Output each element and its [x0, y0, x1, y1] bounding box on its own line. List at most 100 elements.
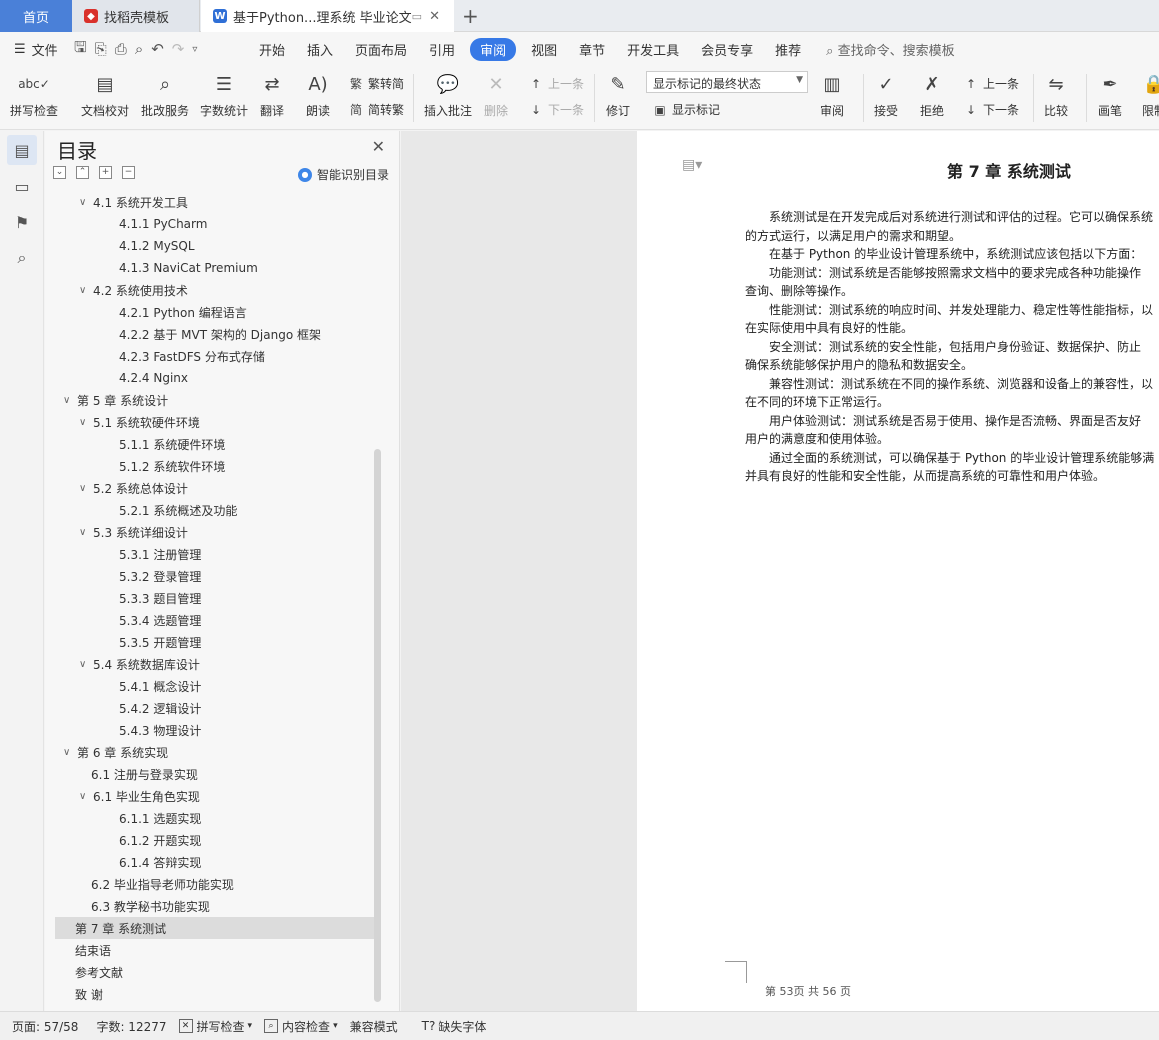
save-icon[interactable]: 🖫 [74, 37, 87, 62]
page-options-icon[interactable]: ▤▾ [682, 157, 702, 173]
word-count-indicator[interactable]: 字数: 12277 [96, 1018, 166, 1035]
menu-page-layout[interactable]: 页面布局 [355, 40, 407, 59]
toc-item[interactable]: 结束语 [55, 939, 375, 961]
toc-item[interactable]: 5.4.1 概念设计 [55, 675, 375, 697]
next-comment-button[interactable]: ↓ 下一条 [528, 101, 584, 118]
print-icon[interactable]: ⎙ [115, 40, 127, 58]
menu-section[interactable]: 章节 [579, 40, 605, 59]
restrict-button[interactable]: 🔒 限制 [1140, 70, 1159, 119]
toc-item[interactable]: 4.1.2 MySQL [55, 235, 375, 257]
toc-item[interactable]: 5.3.3 题目管理 [55, 587, 375, 609]
spell-check-status[interactable]: ✕ 拼写检查 ▾ [178, 1018, 252, 1035]
chevron-down-icon[interactable]: ∨ [63, 747, 77, 758]
toc-item[interactable]: 6.1.1 选题实现 [55, 807, 375, 829]
toc-item[interactable]: 4.2.1 Python 编程语言 [55, 301, 375, 323]
pin-icon[interactable]: ▭ [412, 10, 422, 23]
toc-item[interactable]: 5.4.2 逻辑设计 [55, 697, 375, 719]
print-preview-icon[interactable]: ⌕ [135, 40, 143, 58]
close-tab-icon[interactable]: ✕ [429, 9, 440, 24]
toc-item[interactable]: ∨ 5.4 系统数据库设计 [55, 653, 375, 675]
chevron-down-icon[interactable]: ∨ [79, 285, 93, 296]
menu-developer[interactable]: 开发工具 [627, 40, 679, 59]
toc-item[interactable]: 4.2.3 FastDFS 分布式存储 [55, 345, 375, 367]
review-pane-button[interactable]: ▥ 审阅 [818, 70, 846, 119]
translate-button[interactable]: ⇄ 翻译 [258, 70, 286, 119]
compat-mode-status[interactable]: 兼容模式 [350, 1018, 398, 1035]
toc-item[interactable]: 4.1.1 PyCharm [55, 213, 375, 235]
toc-item[interactable]: 4.1.3 NaviCat Premium [55, 257, 375, 279]
customize-dropdown-icon[interactable]: ▿ [192, 44, 197, 55]
missing-font-status[interactable]: T? 缺失字体 [422, 1018, 487, 1035]
toc-item[interactable]: ∨ 5.2 系统总体设计 [55, 477, 375, 499]
toc-item[interactable]: 6.1 注册与登录实现 [55, 763, 375, 785]
menu-review[interactable]: 审阅 [470, 37, 517, 61]
export-pdf-icon[interactable]: ⎘ [95, 40, 107, 58]
remove-heading-icon[interactable]: − [122, 166, 135, 179]
toc-item[interactable]: 4.2.2 基于 MVT 架构的 Django 框架 [55, 323, 375, 345]
next-change-button[interactable]: ↓ 下一条 [963, 101, 1019, 118]
content-check-status[interactable]: ⌕ 内容检查 ▾ [264, 1018, 338, 1035]
file-menu[interactable]: ☰ 文件 [0, 40, 68, 59]
accept-button[interactable]: ✓ 接受 [872, 70, 900, 119]
command-search[interactable]: ⌕ 查找命令、搜索模板 [826, 40, 954, 59]
review-service-button[interactable]: ⌕ 批改服务 [141, 70, 189, 119]
toc-item[interactable]: 5.3.5 开题管理 [55, 631, 375, 653]
reject-button[interactable]: ✗ 拒绝 [918, 70, 946, 119]
trad-to-simp-button[interactable]: 繁 繁转简 [348, 75, 404, 92]
menu-home[interactable]: 开始 [259, 40, 285, 59]
toc-item[interactable]: 参考文献 [55, 961, 375, 983]
toc-item[interactable]: 6.1.4 答辩实现 [55, 851, 375, 873]
close-icon[interactable]: ✕ [372, 137, 385, 156]
chevron-down-icon[interactable]: ∨ [79, 791, 93, 802]
chevron-down-icon[interactable]: ∨ [79, 527, 93, 538]
document-page[interactable]: ▤▾ 第 7 章 系统测试 系统测试是在开发完成后对系统进行测试和评估的过程。它… [637, 131, 1159, 1011]
expand-all-icon[interactable]: ⌄ [53, 166, 66, 179]
word-count-button[interactable]: ☰ 字数统计 [200, 70, 248, 119]
toc-item[interactable]: 第 7 章 系统测试 [55, 917, 375, 939]
add-heading-icon[interactable]: + [99, 166, 112, 179]
doc-proof-button[interactable]: ▤ 文档校对 [81, 70, 129, 119]
read-aloud-button[interactable]: A) 朗读 [304, 70, 332, 119]
search-icon[interactable]: ⌕ [7, 243, 37, 273]
body-text[interactable]: 系统测试是在开发完成后对系统进行测试和评估的过程。它可以确保系统 的方式运行，以满… [745, 208, 1159, 486]
chevron-down-icon[interactable]: ∨ [79, 197, 93, 208]
toc-item[interactable]: 5.1.1 系统硬件环境 [55, 433, 375, 455]
collapse-all-icon[interactable]: ⌃ [76, 166, 89, 179]
toc-item[interactable]: ∨ 4.1 系统开发工具 [55, 191, 375, 213]
bookmark-icon[interactable]: ⚑ [7, 207, 37, 237]
toc-item[interactable]: 6.2 毕业指导老师功能实现 [55, 873, 375, 895]
toc-item[interactable]: ∨ 第 5 章 系统设计 [55, 389, 375, 411]
chevron-down-icon[interactable]: ∨ [79, 417, 93, 428]
track-changes-button[interactable]: ✎ 修订 [604, 70, 632, 119]
redo-icon[interactable]: ↷ [172, 40, 185, 58]
toc-item[interactable]: 致 谢 [55, 983, 375, 1005]
toc-item[interactable]: 5.3.2 登录管理 [55, 565, 375, 587]
tab-document[interactable]: W 基于Python...理系统 毕业论文 ▭ ✕ [201, 0, 454, 32]
toc-item[interactable]: 5.4.3 物理设计 [55, 719, 375, 741]
prev-comment-button[interactable]: ↑ 上一条 [528, 75, 584, 92]
chapter-nav-icon[interactable]: ▭ [7, 171, 37, 201]
menu-insert[interactable]: 插入 [307, 40, 333, 59]
toc-scrollbar[interactable] [374, 449, 381, 1002]
chevron-down-icon[interactable]: ∨ [79, 483, 93, 494]
page-indicator[interactable]: 页面: 57/58 [12, 1018, 78, 1035]
toc-nav-icon[interactable]: ▤ [7, 135, 37, 165]
toc-item[interactable]: 5.3.4 选题管理 [55, 609, 375, 631]
toc-item[interactable]: ∨ 6.1 毕业生角色实现 [55, 785, 375, 807]
toc-item[interactable]: 6.3 教学秘书功能实现 [55, 895, 375, 917]
toc-item[interactable]: 5.1.2 系统软件环境 [55, 455, 375, 477]
toc-item[interactable]: 4.2.4 Nginx [55, 367, 375, 389]
toc-item[interactable]: 5.3.1 注册管理 [55, 543, 375, 565]
simp-to-trad-button[interactable]: 简 简转繁 [348, 101, 404, 118]
undo-icon[interactable]: ↶ [151, 40, 164, 58]
menu-member[interactable]: 会员专享 [701, 40, 753, 59]
toc-item[interactable]: ∨ 5.3 系统详细设计 [55, 521, 375, 543]
compare-button[interactable]: ⇋ 比较 [1042, 70, 1070, 119]
markup-state-select[interactable]: 显示标记的最终状态 ▼ [646, 71, 808, 93]
chevron-down-icon[interactable]: ∨ [63, 395, 77, 406]
toc-item[interactable]: 5.2.1 系统概述及功能 [55, 499, 375, 521]
menu-recommend[interactable]: 推荐 [775, 40, 801, 59]
toc-item[interactable]: ∨ 第 6 章 系统实现 [55, 741, 375, 763]
toc-item[interactable]: 6.1.2 开题实现 [55, 829, 375, 851]
show-markup-button[interactable]: ▣ 显示标记 [652, 101, 720, 118]
